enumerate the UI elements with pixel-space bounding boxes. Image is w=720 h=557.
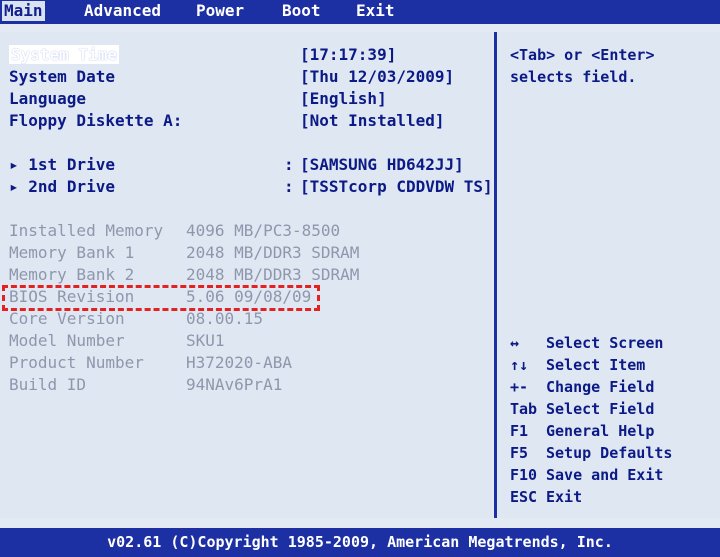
info-product-number-value: H372020-ABA: [186, 353, 292, 372]
info-core-version-value: 08.00.15: [186, 309, 264, 328]
info-memory-bank2-label: Memory Bank 2: [9, 265, 135, 284]
drive2-label: 2nd Drive: [28, 177, 115, 196]
key-general-help: F1 General Help: [510, 422, 655, 440]
key-exit: ESC Exit: [510, 488, 583, 506]
help-line-2: selects field.: [510, 68, 637, 86]
drive1-value: [SAMSUNG HD642JJ]: [300, 155, 464, 174]
info-memory-bank1-value: 2048 MB/DDR3 SDRAM: [186, 243, 360, 262]
drive2-colon: :: [284, 177, 294, 196]
info-product-number-label: Product Number: [9, 353, 144, 372]
menu-main[interactable]: Main: [2, 1, 45, 21]
help-panel: <Tab> or <Enter> selects field. ↔ Select …: [498, 32, 720, 518]
drive2-value: [TSSTcorp CDDVDW TS]: [300, 177, 493, 196]
submenu-arrow-icon: ▸: [9, 155, 19, 174]
info-model-number-label: Model Number: [9, 331, 125, 350]
menu-exit[interactable]: Exit: [356, 1, 395, 21]
panel-divider: [494, 32, 497, 518]
system-date-value[interactable]: [Thu 12/03/2009]: [300, 66, 454, 88]
info-installed-memory-label: Installed Memory: [9, 221, 164, 240]
system-date-label[interactable]: System Date: [9, 66, 115, 88]
info-model-number-value: SKU1: [186, 331, 225, 350]
key-select-screen: ↔ Select Screen: [510, 334, 664, 352]
up-down-arrow-icon: ↑↓: [510, 356, 529, 374]
language-label[interactable]: Language: [9, 88, 86, 110]
key-change-field: +- Change Field: [510, 378, 655, 396]
info-memory-bank1-label: Memory Bank 1: [9, 243, 135, 262]
floppy-label[interactable]: Floppy Diskette A:: [9, 110, 182, 132]
bios-menu-bar: Main Advanced Power Boot Exit: [0, 0, 720, 24]
key-save-exit: F10 Save and Exit: [510, 466, 664, 484]
menu-advanced[interactable]: Advanced: [84, 1, 161, 21]
submenu-arrow-icon: ▸: [9, 177, 19, 196]
info-build-id-label: Build ID: [9, 375, 87, 394]
key-select-item: ↑↓ Select Item: [510, 356, 646, 374]
system-time-value[interactable]: [17:17:39]: [300, 44, 396, 66]
main-settings-panel: System Time [17:17:39] System Date [Thu …: [0, 32, 493, 518]
info-installed-memory-value: 4096 MB/PC3-8500: [186, 221, 341, 240]
floppy-value[interactable]: [Not Installed]: [300, 110, 445, 132]
key-select-field: Tab Select Field: [510, 400, 655, 418]
language-value[interactable]: [English]: [300, 88, 387, 110]
drive1-label: 1st Drive: [28, 155, 115, 174]
key-setup-defaults: F5 Setup Defaults: [510, 444, 673, 462]
copyright-footer: v02.61 (C)Copyright 1985-2009, American …: [0, 528, 720, 557]
drive1-row[interactable]: ▸ 1st Drive: [9, 154, 115, 176]
info-build-id-value: 94NAv6PrA1: [186, 375, 283, 394]
info-memory-bank2-value: 2048 MB/DDR3 SDRAM: [186, 265, 360, 284]
bios-revision-highlight: [2, 285, 320, 311]
menu-power[interactable]: Power: [196, 1, 244, 21]
drive2-row[interactable]: ▸ 2nd Drive: [9, 176, 115, 198]
info-core-version-label: Core Version: [9, 309, 125, 328]
system-time-label[interactable]: System Time: [9, 44, 119, 66]
drive1-colon: :: [284, 155, 294, 174]
plus-minus-key: +-: [510, 378, 529, 396]
left-right-arrow-icon: ↔: [510, 334, 520, 352]
menu-boot[interactable]: Boot: [282, 1, 321, 21]
help-line-1: <Tab> or <Enter>: [510, 46, 655, 64]
